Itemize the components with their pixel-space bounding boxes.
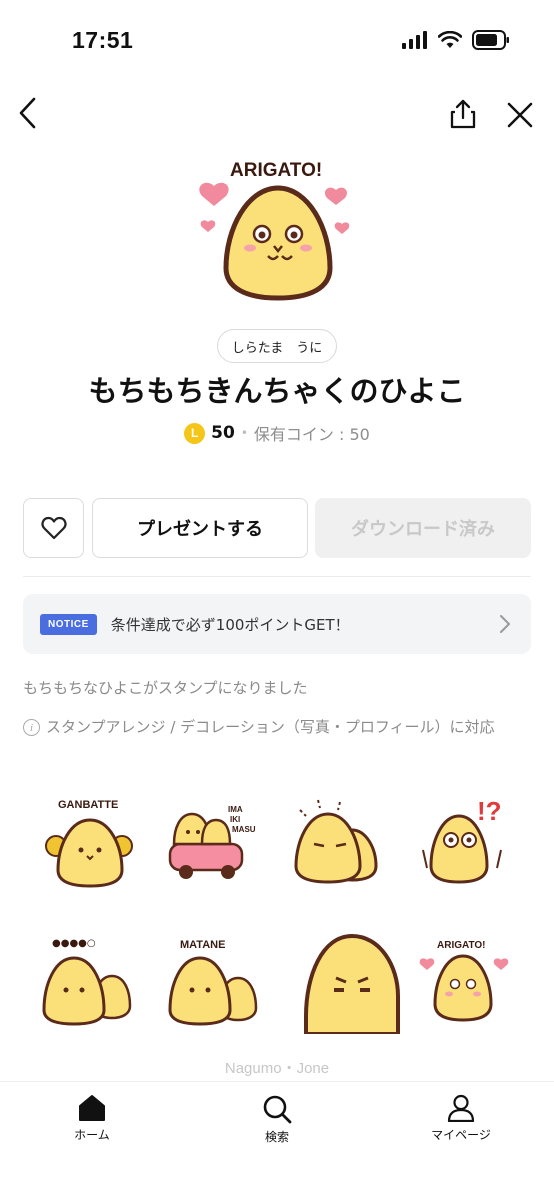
like-button[interactable] [23,498,84,558]
signal-icon [402,31,427,49]
owned-coins: 保有コイン : 50 [253,425,370,444]
sticker-item[interactable]: !? [413,790,517,894]
sticker-title: もちもちきんちゃくのひよこ [88,374,466,408]
sticker-item[interactable] [300,930,404,1034]
svg-text:GANBATTE: GANBATTE [58,799,118,811]
svg-text:MASU: MASU [232,825,256,834]
sticker-item[interactable]: MATANE [162,930,266,1034]
coin-icon: L [184,422,206,444]
sticker-item[interactable]: IMA IKI MASU [162,790,266,894]
notice-text: 条件達成で必ず100ポイントGET！ [110,615,350,634]
wifi-icon [438,31,462,48]
share-icon[interactable] [449,98,477,130]
hero-sticker-text: ARIGATO! [230,160,322,181]
close-icon[interactable] [505,100,535,130]
price-value: 50 [211,423,235,443]
bottom-tab-bar: ホーム 検索 マイページ [0,1081,554,1200]
divider [23,576,531,577]
back-icon[interactable] [14,96,44,130]
status-time: 17:51 [72,27,134,53]
tab-mypage-label: マイページ [431,1128,491,1142]
home-icon [79,1095,105,1121]
tab-home[interactable]: ホーム [42,1094,142,1143]
present-button[interactable]: プレゼントする [92,498,308,558]
svg-text:IMA: IMA [228,805,243,814]
feature-info: i スタンプアレンジ / デコレーション（写真・プロフィール）に対応 [23,717,533,737]
info-icon: i [23,719,40,736]
description: もちもちなひよこがスタンプになりました [23,679,308,697]
person-icon [447,1094,475,1122]
sticker-item[interactable]: ●●●●○ [38,930,142,1034]
sticker-item[interactable] [288,790,392,894]
price-row: L 50 • 保有コイン : 50 [0,421,554,445]
notice-badge: NOTICE [40,613,97,635]
status-icons [402,30,510,50]
sticker-item[interactable]: GANBATTE [38,790,142,894]
copyright-credit: Nagumo・Jone [224,1060,330,1077]
feature-info-text: スタンプアレンジ / デコレーション（写真・プロフィール）に対応 [46,718,495,736]
svg-text:!?: !? [477,796,502,826]
svg-text:ARIGATO!: ARIGATO! [437,940,486,951]
svg-text:●●●●○: ●●●●○ [52,938,96,949]
sticker-main-image: ARIGATO! [199,160,350,301]
heart-icon [40,516,67,540]
tab-home-label: ホーム [74,1128,110,1142]
tab-search-label: 検索 [264,1130,289,1144]
download-button: ダウンロード済み [315,498,531,558]
search-icon [263,1095,292,1124]
chevron-right-icon [500,615,510,633]
svg-text:IKI: IKI [230,815,240,824]
author-link[interactable]: しらたま うに [217,329,337,363]
status-bar: 17:51 [0,0,554,80]
battery-icon [472,30,509,50]
notice-banner[interactable]: NOTICE 条件達成で必ず100ポイントGET！ [23,594,531,654]
separator: • [240,426,248,440]
sticker-item[interactable]: ARIGATO! [413,930,517,1034]
tab-search[interactable]: 検索 [227,1094,327,1145]
tab-mypage[interactable]: マイページ [411,1094,511,1143]
svg-text:MATANE: MATANE [180,939,225,951]
